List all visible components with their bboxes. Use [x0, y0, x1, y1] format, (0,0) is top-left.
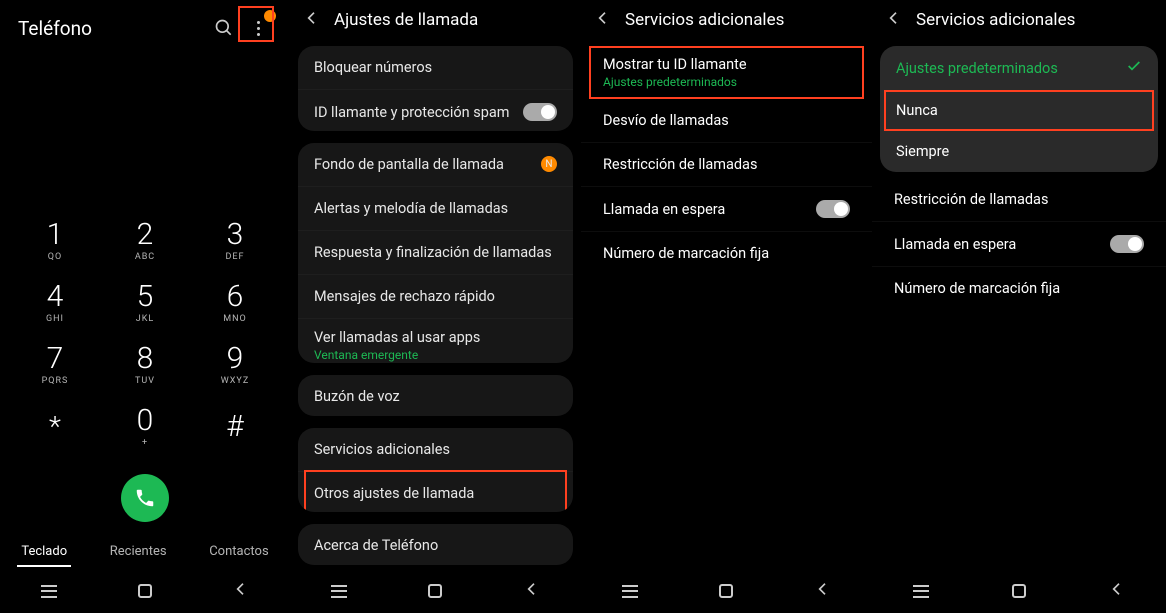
nav-home-icon[interactable]	[1012, 584, 1026, 598]
additional-services-screen: Servicios adicionales Mostrar tu ID llam…	[581, 0, 872, 613]
additional-services-dropdown-screen: Servicios adicionales Ajustes predetermi…	[872, 0, 1166, 613]
call-settings-screen: Ajustes de llamada Bloquear números ID l…	[290, 0, 581, 613]
row-other-settings[interactable]: Otros ajustes de llamada	[298, 471, 573, 512]
android-nav	[872, 571, 1166, 613]
key-3[interactable]: 3DEF	[190, 210, 280, 272]
waiting-toggle[interactable]	[816, 200, 850, 218]
more-menu-wrapper	[244, 14, 272, 42]
row-answer-end[interactable]: Respuesta y finalización de llamadas	[298, 230, 573, 274]
call-button[interactable]	[121, 474, 169, 522]
bottom-tabs: Teclado Recientes Contactos	[0, 532, 290, 571]
nav-back-icon[interactable]	[1109, 581, 1125, 601]
page-title: Servicios adicionales	[916, 10, 1075, 30]
dropdown-option-default[interactable]: Ajustes predeterminados	[880, 46, 1158, 90]
header: Servicios adicionales	[581, 0, 872, 40]
row-waiting[interactable]: Llamada en espera	[581, 187, 872, 232]
header: Servicios adicionales	[872, 0, 1166, 40]
back-icon[interactable]	[595, 10, 611, 30]
nav-recent-icon[interactable]	[622, 585, 638, 598]
keypad: 1QO 2ABC 3DEF 4GHI 5JKL 6MNO 7PQRS 8TUV …	[0, 210, 290, 468]
key-hash[interactable]: #	[190, 396, 280, 458]
nav-recent-icon[interactable]	[41, 585, 57, 598]
tab-contacts[interactable]: Contactos	[205, 538, 272, 567]
header: Ajustes de llamada	[290, 0, 581, 40]
section-3: Buzón de voz	[298, 375, 573, 416]
android-nav	[0, 571, 290, 613]
caller-id-dropdown: Ajustes predeterminados Nunca Siempre	[880, 46, 1158, 172]
show-id-sub: Ajustes predeterminados	[603, 75, 737, 89]
key-9[interactable]: 9WXYZ	[190, 334, 280, 396]
nav-home-icon[interactable]	[428, 584, 442, 598]
row-voicemail[interactable]: Buzón de voz	[298, 375, 573, 416]
row-block-numbers[interactable]: Bloquear números	[298, 46, 573, 89]
notification-badge	[264, 10, 276, 22]
section-2: Fondo de pantalla de llamada N Alertas y…	[298, 143, 573, 363]
phone-app-screen: Teléfono 1QO 2ABC 3DEF 4GHI 5JKL 6MNO 7P…	[0, 0, 290, 613]
nav-recent-icon[interactable]	[331, 585, 347, 598]
page-title: Ajustes de llamada	[334, 10, 478, 30]
key-2[interactable]: 2ABC	[100, 210, 190, 272]
row-waiting[interactable]: Llamada en espera	[872, 222, 1166, 267]
key-1[interactable]: 1QO	[10, 210, 100, 272]
row-caller-id[interactable]: ID llamante y protección spam	[298, 89, 573, 131]
nav-back-icon[interactable]	[233, 581, 249, 601]
nav-home-icon[interactable]	[719, 584, 733, 598]
section-1: Bloquear números ID llamante y protecció…	[298, 46, 573, 131]
row-about[interactable]: Acerca de Teléfono	[298, 524, 573, 565]
section-5: Acerca de Teléfono	[298, 524, 573, 565]
row-apps-sub: Ventana emergente	[314, 348, 418, 362]
key-4[interactable]: 4GHI	[10, 272, 100, 334]
topbar: Teléfono	[0, 0, 290, 50]
row-fixed-dial[interactable]: Número de marcación fija	[581, 232, 872, 275]
key-7[interactable]: 7PQRS	[10, 334, 100, 396]
key-6[interactable]: 6MNO	[190, 272, 280, 334]
check-icon	[1126, 58, 1142, 78]
search-icon[interactable]	[210, 14, 238, 42]
more-icon[interactable]	[244, 14, 272, 42]
android-nav	[290, 571, 581, 613]
row-apps[interactable]: Ver llamadas al usar apps Ventana emerge…	[298, 318, 573, 363]
new-badge: N	[541, 156, 557, 172]
page-title: Servicios adicionales	[625, 10, 784, 30]
waiting-toggle[interactable]	[1110, 235, 1144, 253]
tab-recent[interactable]: Recientes	[106, 538, 171, 567]
row-wallpaper[interactable]: Fondo de pantalla de llamada N	[298, 143, 573, 186]
key-8[interactable]: 8TUV	[100, 334, 190, 396]
nav-back-icon[interactable]	[815, 581, 831, 601]
row-forward[interactable]: Desvío de llamadas	[581, 99, 872, 143]
key-star[interactable]: *	[10, 396, 100, 458]
row-reject-msgs[interactable]: Mensajes de rechazo rápido	[298, 274, 573, 318]
row-alerts[interactable]: Alertas y melodía de llamadas	[298, 186, 573, 230]
android-nav	[581, 571, 872, 613]
row-show-caller-id[interactable]: Mostrar tu ID llamante Ajustes predeterm…	[589, 46, 864, 99]
back-icon[interactable]	[304, 10, 320, 30]
row-restrict[interactable]: Restricción de llamadas	[872, 178, 1166, 222]
row-additional-services[interactable]: Servicios adicionales	[298, 428, 573, 471]
key-0[interactable]: 0+	[100, 396, 190, 458]
dropdown-option-always[interactable]: Siempre	[880, 131, 1158, 172]
row-fixed-dial[interactable]: Número de marcación fija	[872, 267, 1166, 310]
nav-back-icon[interactable]	[524, 581, 540, 601]
tab-keypad[interactable]: Teclado	[17, 538, 71, 567]
nav-recent-icon[interactable]	[913, 585, 929, 598]
dropdown-option-never[interactable]: Nunca	[880, 90, 1158, 131]
back-icon[interactable]	[886, 10, 902, 30]
row-restrict[interactable]: Restricción de llamadas	[581, 143, 872, 187]
nav-home-icon[interactable]	[138, 584, 152, 598]
key-5[interactable]: 5JKL	[100, 272, 190, 334]
section-4: Servicios adicionales Otros ajustes de l…	[298, 428, 573, 512]
app-title: Teléfono	[18, 17, 210, 40]
caller-id-toggle[interactable]	[523, 103, 557, 121]
